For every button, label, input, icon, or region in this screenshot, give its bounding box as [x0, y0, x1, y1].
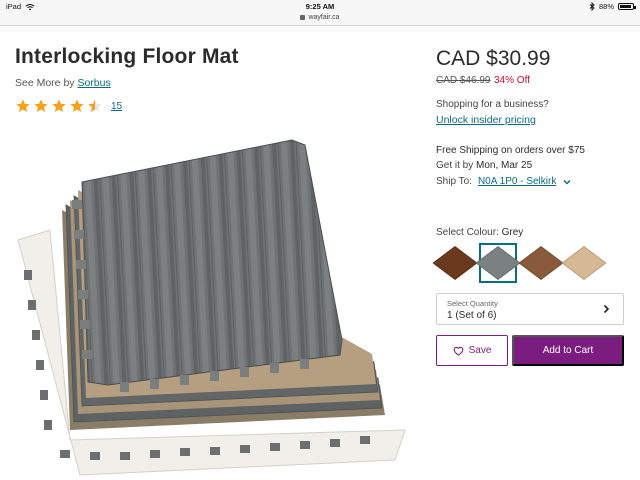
delivery-date: Mon, Mar 25	[476, 160, 533, 171]
swatch-grey[interactable]	[475, 243, 521, 283]
star-icon	[70, 99, 84, 112]
star-icon	[16, 99, 30, 112]
half-star-icon	[88, 99, 102, 112]
insider-pricing-link[interactable]: Unlock insider pricing	[436, 114, 536, 126]
quantity-select[interactable]: Select Quantity 1 (Set of 6)	[436, 293, 624, 325]
swatch-tile	[518, 245, 564, 281]
save-button[interactable]: Save	[436, 335, 508, 366]
bluetooth-icon	[589, 2, 595, 11]
status-bar: iPad 9:25 AM 88%	[0, 0, 640, 14]
star-rating[interactable]: 15	[15, 98, 122, 114]
free-shipping-text: Free Shipping on orders over $75	[436, 145, 585, 156]
swatch-tile	[475, 245, 521, 281]
heart-icon	[453, 346, 463, 356]
status-time: 9:25 AM	[305, 2, 335, 11]
chevron-down-icon[interactable]	[562, 177, 572, 187]
see-more-by: See More by Sorbus	[15, 77, 111, 89]
current-price: CAD $30.99	[436, 47, 551, 70]
quantity-label: Select Quantity	[447, 299, 498, 308]
discount-badge: 34% Off	[494, 75, 530, 86]
save-label: Save	[468, 345, 492, 356]
lock-icon	[300, 15, 306, 20]
swatch-brown[interactable]	[432, 243, 478, 283]
quantity-value: 1 (Set of 6)	[447, 310, 497, 321]
review-count-link[interactable]: 15	[111, 101, 122, 112]
get-it-by-prefix: Get it by	[436, 160, 474, 171]
star-icon	[52, 99, 66, 112]
site-nav-strip	[0, 26, 640, 32]
original-price: CAD $46.99	[436, 75, 491, 86]
status-right: 88%	[589, 2, 636, 11]
swatch-tile	[561, 245, 607, 281]
battery-percent: 88%	[598, 2, 614, 11]
colour-label: Select Colour: Grey	[436, 227, 523, 238]
selected-colour: Grey	[501, 227, 524, 238]
swatch-tile	[432, 245, 478, 281]
brand-link[interactable]: Sorbus	[77, 77, 110, 89]
swatch-light-oak[interactable]	[561, 243, 607, 283]
ship-to[interactable]: Ship To: N0A 1P0 - Selkirk	[436, 176, 572, 187]
address-bar[interactable]: wayfair.ca	[0, 14, 640, 26]
ship-to-location-link[interactable]: N0A 1P0 - Selkirk	[478, 176, 556, 187]
colour-swatches	[432, 243, 607, 283]
delivery-estimate: Get it by Mon, Mar 25	[436, 160, 532, 171]
swatch-walnut[interactable]	[518, 243, 564, 283]
colour-label-prefix: Select Colour:	[436, 227, 499, 238]
product-image[interactable]	[10, 130, 420, 480]
business-question: Shopping for a business?	[436, 99, 549, 110]
ship-to-prefix: Ship To:	[436, 176, 472, 187]
product-title: Interlocking Floor Mat	[15, 45, 239, 68]
add-to-cart-button[interactable]: Add to Cart	[512, 335, 624, 366]
chevron-right-icon	[603, 304, 610, 314]
see-more-prefix: See More by	[15, 77, 75, 89]
url-display[interactable]: wayfair.ca	[300, 14, 340, 21]
url-text: wayfair.ca	[308, 14, 340, 21]
battery-icon	[618, 3, 636, 10]
star-icon	[34, 99, 48, 112]
